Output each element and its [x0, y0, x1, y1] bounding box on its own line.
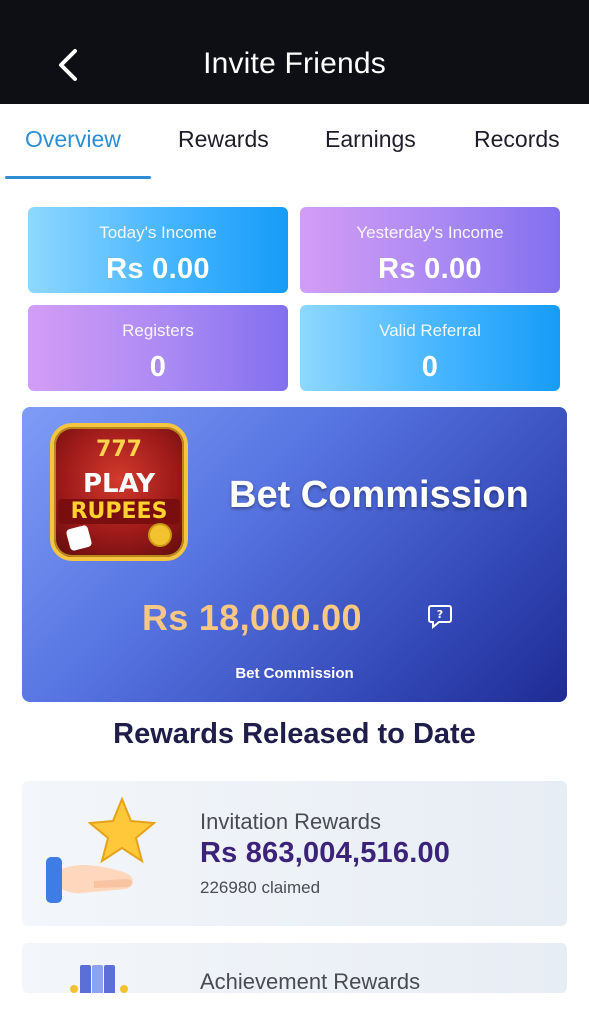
stat-label: Yesterday's Income — [356, 223, 504, 242]
achievement-rewards-title: Achievement Rewards — [200, 969, 421, 993]
page-title: Invite Friends — [203, 47, 386, 80]
logo-word-play: PLAY — [82, 469, 156, 499]
bet-commission-panel: 777 PLAY RUPEES Bet Commission Rs 18,000… — [22, 407, 567, 702]
tab-earnings[interactable]: Earnings — [325, 126, 416, 153]
help-button[interactable]: ? — [427, 603, 453, 630]
stat-value: Rs 0.00 — [378, 253, 482, 285]
bet-commission-amount: Rs 18,000.00 — [142, 597, 362, 638]
app-header: Invite Friends — [0, 0, 589, 104]
logo-word-rupees: RUPEES — [58, 499, 180, 524]
stat-card-valid-referral: Valid Referral 0 — [300, 305, 560, 391]
tab-records[interactable]: Records — [474, 126, 560, 153]
stat-value: Rs 0.00 — [106, 253, 210, 285]
stat-value: 0 — [149, 351, 167, 383]
invitation-rewards-claimed: 226980 claimed — [200, 878, 321, 897]
tab-overview[interactable]: Overview — [25, 126, 121, 153]
stat-value: 0 — [421, 351, 439, 383]
invitation-rewards-title: Invitation Rewards — [200, 809, 381, 834]
stat-label: Today's Income — [99, 223, 217, 242]
svg-text:?: ? — [437, 608, 443, 621]
tab-bar: Overview Rewards Earnings Records — [0, 104, 589, 180]
bet-commission-title: Bet Commission — [229, 474, 529, 516]
coin-icon — [148, 523, 172, 547]
active-tab-indicator — [5, 176, 151, 179]
logo-sevens: 777 — [96, 437, 142, 462]
stat-card-todays-income: Today's Income Rs 0.00 — [28, 207, 288, 293]
trophy-icon — [70, 965, 128, 993]
stat-card-registers: Registers 0 — [28, 305, 288, 391]
play-rupees-logo: 777 PLAY RUPEES — [50, 423, 188, 561]
invitation-rewards-amount: Rs 863,004,516.00 — [200, 837, 451, 869]
dice-icon — [65, 524, 93, 552]
stat-label: Valid Referral — [379, 321, 481, 340]
achievement-rewards-card[interactable]: Achievement Rewards — [22, 943, 567, 993]
star-hand-icon — [46, 796, 157, 903]
stat-card-yesterdays-income: Yesterday's Income Rs 0.00 — [300, 207, 560, 293]
rewards-section-title: Rewards Released to Date — [113, 718, 476, 750]
bet-commission-subtitle: Bet Commission — [235, 665, 354, 682]
question-bubble-icon: ? — [428, 605, 452, 630]
stat-label: Registers — [122, 321, 194, 340]
tab-rewards[interactable]: Rewards — [178, 126, 269, 153]
invitation-rewards-card[interactable]: Invitation Rewards Rs 863,004,516.00 226… — [22, 781, 567, 926]
bottom-spacer — [0, 993, 589, 1024]
